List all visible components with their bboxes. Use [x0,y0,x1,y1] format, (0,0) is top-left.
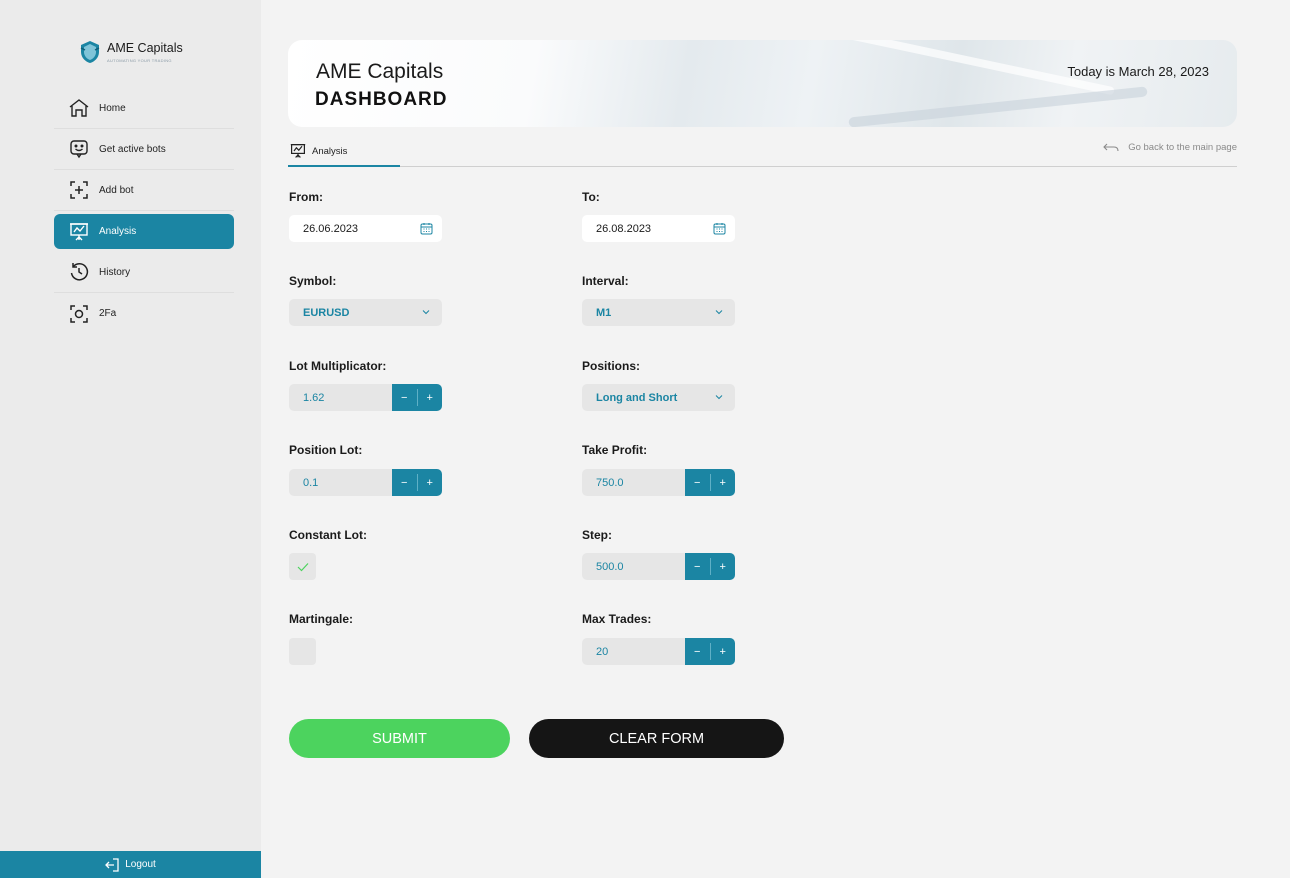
presentation-chart-icon [68,221,90,243]
increment-button[interactable]: + [418,469,443,496]
tab-analysis[interactable]: Analysis [288,137,400,167]
sidebar-item-analysis[interactable]: Analysis [54,214,234,249]
interval-label: Interval: [582,274,629,288]
decrement-button[interactable]: − [685,553,710,580]
back-arrow-icon [1103,143,1119,153]
take-profit-stepper: 750.0 − + [582,469,735,496]
sidebar: AME Capitals AUTOMATING YOUR TRADING Hom… [0,0,261,878]
dashboard-header: AME Capitals DASHBOARD Today is March 28… [288,40,1237,127]
chevron-down-icon [422,309,430,315]
face-scan-icon [68,303,90,325]
back-to-main-link[interactable]: Go back to the main page [1103,142,1237,153]
calendar-icon[interactable] [713,222,726,235]
from-date-input[interactable]: 26.06.2023 [289,215,442,242]
stepper-buttons: − + [685,638,735,665]
add-bot-icon [68,179,90,201]
position-lot-input[interactable]: 0.1 [289,469,397,496]
from-date-value: 26.06.2023 [303,222,359,235]
shield-logo-icon [80,41,100,63]
from-label: From: [289,190,323,204]
position-lot-stepper: 0.1 − + [289,469,442,496]
sidebar-item-add-bot[interactable]: Add bot [54,170,234,211]
symbol-label: Symbol: [289,274,337,288]
header-subtitle: DASHBOARD [315,89,448,110]
sidebar-item-get-active-bots[interactable]: Get active bots [54,129,234,170]
sidebar-item-label: Add bot [99,184,134,196]
sidebar-item-home[interactable]: Home [54,88,234,129]
sidebar-item-label: Get active bots [99,143,166,155]
increment-button[interactable]: + [711,638,736,665]
symbol-select[interactable]: EURUSD [289,299,442,326]
sidebar-nav: Home Get active bots Add bot Analysis Hi… [54,88,234,334]
chevron-down-icon [715,394,723,400]
decrement-button[interactable]: − [392,384,417,411]
increment-button[interactable]: + [418,384,443,411]
lot-multiplicator-label: Lot Multiplicator: [289,359,387,373]
take-profit-input[interactable]: 750.0 [582,469,690,496]
header-date: Today is March 28, 2023 [1067,64,1209,79]
martingale-checkbox[interactable] [289,638,316,665]
checkmark-icon [297,562,308,571]
to-date-input[interactable]: 26.08.2023 [582,215,735,242]
stepper-buttons: − + [685,469,735,496]
constant-lot-checkbox[interactable] [289,553,316,580]
tab-bar: Analysis Go back to the main page [288,137,1237,167]
calendar-icon[interactable] [420,222,433,235]
interval-value: M1 [596,306,612,319]
sidebar-item-label: Analysis [99,226,137,237]
interval-select[interactable]: M1 [582,299,735,326]
sidebar-item-label: History [99,266,131,278]
home-icon [68,97,90,119]
tab-label: Analysis [312,145,348,157]
banner-decoration [761,40,1115,96]
brand-tagline: AUTOMATING YOUR TRADING [107,58,172,63]
take-profit-label: Take Profit: [582,443,648,457]
banner-decoration [848,86,1148,127]
step-label: Step: [582,528,612,542]
logout-icon [105,857,119,873]
positions-label: Positions: [582,359,641,373]
stepper-buttons: − + [392,384,442,411]
increment-button[interactable]: + [711,469,736,496]
stepper-buttons: − + [685,553,735,580]
position-lot-label: Position Lot: [289,443,363,457]
positions-value: Long and Short [596,391,678,404]
submit-button[interactable]: SUBMIT [289,719,510,758]
clear-form-button[interactable]: CLEAR FORM [529,719,784,758]
lot-multiplicator-stepper: 1.62 − + [289,384,442,411]
to-date-value: 26.08.2023 [596,222,652,235]
brand[interactable]: AME Capitals AUTOMATING YOUR TRADING [79,40,183,64]
back-link-label: Go back to the main page [1128,142,1237,153]
symbol-value: EURUSD [303,306,350,319]
logout-button[interactable]: Logout [0,851,261,878]
max-trades-stepper: 20 − + [582,638,735,665]
chevron-down-icon [715,309,723,315]
to-label: To: [582,190,600,204]
sidebar-item-2fa[interactable]: 2Fa [54,293,234,334]
martingale-label: Martingale: [289,612,354,626]
brand-name: AME Capitals [107,41,183,55]
bot-face-icon [68,138,90,160]
logout-label: Logout [125,859,156,870]
presentation-chart-icon [290,143,306,159]
step-stepper: 500.0 − + [582,553,735,580]
lot-multiplicator-input[interactable]: 1.62 [289,384,397,411]
step-input[interactable]: 500.0 [582,553,690,580]
sidebar-item-label: 2Fa [99,308,117,319]
stepper-buttons: − + [392,469,442,496]
decrement-button[interactable]: − [392,469,417,496]
decrement-button[interactable]: − [685,469,710,496]
positions-select[interactable]: Long and Short [582,384,735,411]
max-trades-input[interactable]: 20 [582,638,690,665]
header-title: AME Capitals [316,60,444,83]
sidebar-item-history[interactable]: History [54,252,234,293]
decrement-button[interactable]: − [685,638,710,665]
constant-lot-label: Constant Lot: [289,528,367,542]
increment-button[interactable]: + [711,553,736,580]
sidebar-item-label: Home [99,102,126,114]
history-icon [68,261,90,283]
max-trades-label: Max Trades: [582,612,652,626]
